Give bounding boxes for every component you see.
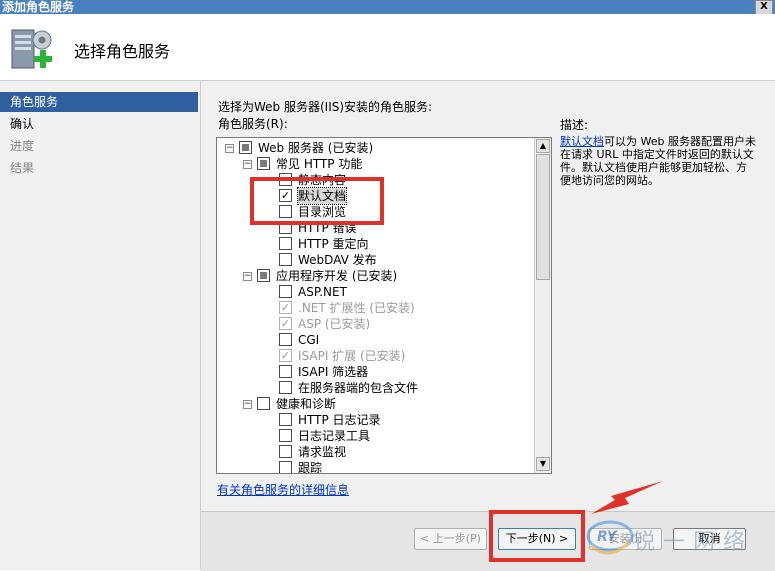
wizard-sidebar: 角色服务 确认 进度 结果 [0,81,201,570]
scroll-down-arrow-icon[interactable]: ▼ [536,457,550,471]
tree-row[interactable]: − 常见 HTTP 功能 [217,156,535,172]
tree-item-label: HTTP 日志记录 [298,413,381,427]
tree-row[interactable]: − Web 服务器 (已安装) [217,140,535,156]
checkbox[interactable] [279,381,292,394]
tree-item-label: HTTP 重定向 [298,237,369,251]
page-title: 选择角色服务 [74,42,171,61]
sidebar-item-confirm[interactable]: 确认 [0,114,198,134]
tree-row[interactable]: 在服务器端的包含文件 [217,380,535,396]
description-heading: 描述: [560,118,589,132]
collapse-icon[interactable]: − [243,272,252,281]
collapse-icon[interactable]: − [243,160,252,169]
watermark-text: 锐一网络 [633,530,754,555]
server-add-icon [11,29,52,69]
highlight-box-default-document [250,177,384,225]
watermark-logo-icon: RY [586,520,634,555]
tree-item-label: 在服务器端的包含文件 [298,381,419,395]
sidebar-item-role-services[interactable]: 角色服务 [0,92,198,112]
tree-item-label: .NET 扩展性 (已安装) [298,301,415,315]
prev-button[interactable]: < 上一步(P) [414,528,487,550]
tree-item-label: 应用程序开发 (已安装) [276,269,398,283]
tree-row[interactable]: HTTP 重定向 [217,236,535,252]
tree-item-label: ISAPI 扩展 (已安装) [298,349,406,363]
tree-row[interactable]: CGI [217,332,535,348]
checkbox[interactable] [279,413,292,426]
tree-row[interactable]: ISAPI 筛选器 [217,364,535,380]
tree-row[interactable]: 请求监视 [217,444,535,460]
collapse-icon[interactable]: − [243,400,252,409]
tree-label: 角色服务(R): [218,117,288,131]
tree-item-label: ASP (已安装) [298,317,371,331]
checkbox: ✓ [279,349,292,362]
scroll-thumb[interactable] [536,154,550,280]
tree-row[interactable]: HTTP 日志记录 [217,412,535,428]
tree-item-label: 健康和诊断 [276,397,337,411]
checkbox: ✓ [279,301,292,314]
checkbox[interactable] [279,461,292,473]
checkbox: ✓ [279,317,292,330]
tree-item-label: 日志记录工具 [298,429,371,443]
checkbox[interactable] [279,445,292,458]
description-link[interactable]: 默认文档 [560,135,604,148]
window-title: 添加角色服务 [2,0,75,14]
tree-row[interactable]: ✓ .NET 扩展性 (已安装) [217,300,535,316]
checkbox[interactable] [279,365,292,378]
tree-row[interactable]: ASP.NET [217,284,535,300]
sidebar-item-results: 结果 [10,161,35,175]
tree-row[interactable]: − 健康和诊断 [217,396,535,412]
tree-row[interactable]: 日志记录工具 [217,428,535,444]
scroll-up-arrow-icon[interactable]: ▲ [536,139,550,153]
description-body: 默认文档可以为 Web 服务器配置用户未在请求 URL 中指定文件时返回的默认文… [560,135,756,187]
tree-item-label: ISAPI 筛选器 [298,365,369,379]
tree-item-label: Web 服务器 (已安装) [258,141,374,155]
checkbox[interactable] [279,237,292,250]
tree-item-label: CGI [298,333,320,347]
collapse-icon[interactable]: − [225,144,234,153]
checkbox[interactable] [257,397,270,410]
tree-row[interactable]: ✓ ASP (已安装) [217,316,535,332]
close-button[interactable]: X [755,0,773,15]
tree-item-label: 请求监视 [298,445,347,459]
checkbox[interactable] [279,285,292,298]
checkbox[interactable] [257,157,270,170]
highlight-box-next-button [489,510,585,562]
watermark: RY 锐一网络 [585,512,775,564]
wizard-header: 选择角色服务 [0,14,775,81]
checkbox[interactable] [279,429,292,442]
tree-row[interactable]: ✓ ISAPI 扩展 (已安装) [217,348,535,364]
tree-item-label: WebDAV 发布 [298,253,377,267]
tree-row[interactable]: 跟踪 [217,460,535,474]
tree-row[interactable]: WebDAV 发布 [217,252,535,268]
tree-item-label: 跟踪 [298,461,323,474]
tree-row[interactable]: − 应用程序开发 (已安装) [217,268,535,284]
checkbox[interactable] [279,333,292,346]
checkbox[interactable] [239,141,252,154]
checkbox[interactable] [257,269,270,282]
more-info-link[interactable]: 有关角色服务的详细信息 [217,481,349,498]
tree-item-label: ASP.NET [298,285,347,299]
sidebar-item-progress: 进度 [10,139,35,153]
intro-text: 选择为Web 服务器(IIS)安装的角色服务: [218,100,433,114]
tree-scrollbar[interactable]: ▲ ▼ [534,138,551,473]
title-bar: 添加角色服务 X [0,0,775,15]
watermark-logo-text: RY [597,529,618,545]
checkbox[interactable] [279,253,292,266]
tree-item-label: 常见 HTTP 功能 [276,157,363,171]
